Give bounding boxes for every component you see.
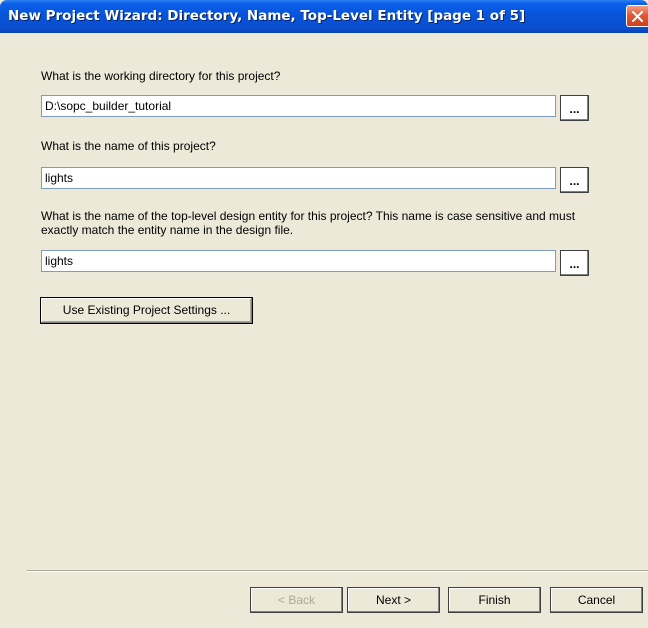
footer-separator bbox=[27, 570, 648, 572]
close-button[interactable] bbox=[626, 5, 648, 27]
project-name-browse-button[interactable]: ... bbox=[560, 167, 589, 193]
top-level-entity-label: What is the name of the top-level design… bbox=[41, 209, 576, 237]
use-existing-project-settings-button[interactable]: Use Existing Project Settings ... bbox=[40, 297, 253, 324]
directory-label: What is the working directory for this p… bbox=[41, 69, 281, 83]
finish-button[interactable]: Finish bbox=[448, 587, 541, 613]
project-name-label: What is the name of this project? bbox=[41, 139, 216, 153]
close-icon bbox=[632, 11, 643, 22]
top-level-entity-input[interactable]: lights bbox=[41, 250, 556, 272]
wizard-content-panel: What is the working directory for this p… bbox=[0, 33, 648, 628]
directory-browse-button[interactable]: ... bbox=[560, 95, 589, 121]
next-button[interactable]: Next > bbox=[347, 587, 440, 613]
project-name-input[interactable]: lights bbox=[41, 167, 556, 189]
new-project-wizard-window: New Project Wizard: Directory, Name, Top… bbox=[0, 0, 648, 628]
cancel-button[interactable]: Cancel bbox=[550, 587, 643, 613]
title-bar[interactable]: New Project Wizard: Directory, Name, Top… bbox=[0, 0, 648, 33]
back-button[interactable]: < Back bbox=[250, 587, 343, 613]
window-title: New Project Wizard: Directory, Name, Top… bbox=[8, 8, 526, 24]
top-level-entity-browse-button[interactable]: ... bbox=[560, 250, 589, 276]
directory-input[interactable]: D:\sopc_builder_tutorial bbox=[41, 95, 556, 117]
